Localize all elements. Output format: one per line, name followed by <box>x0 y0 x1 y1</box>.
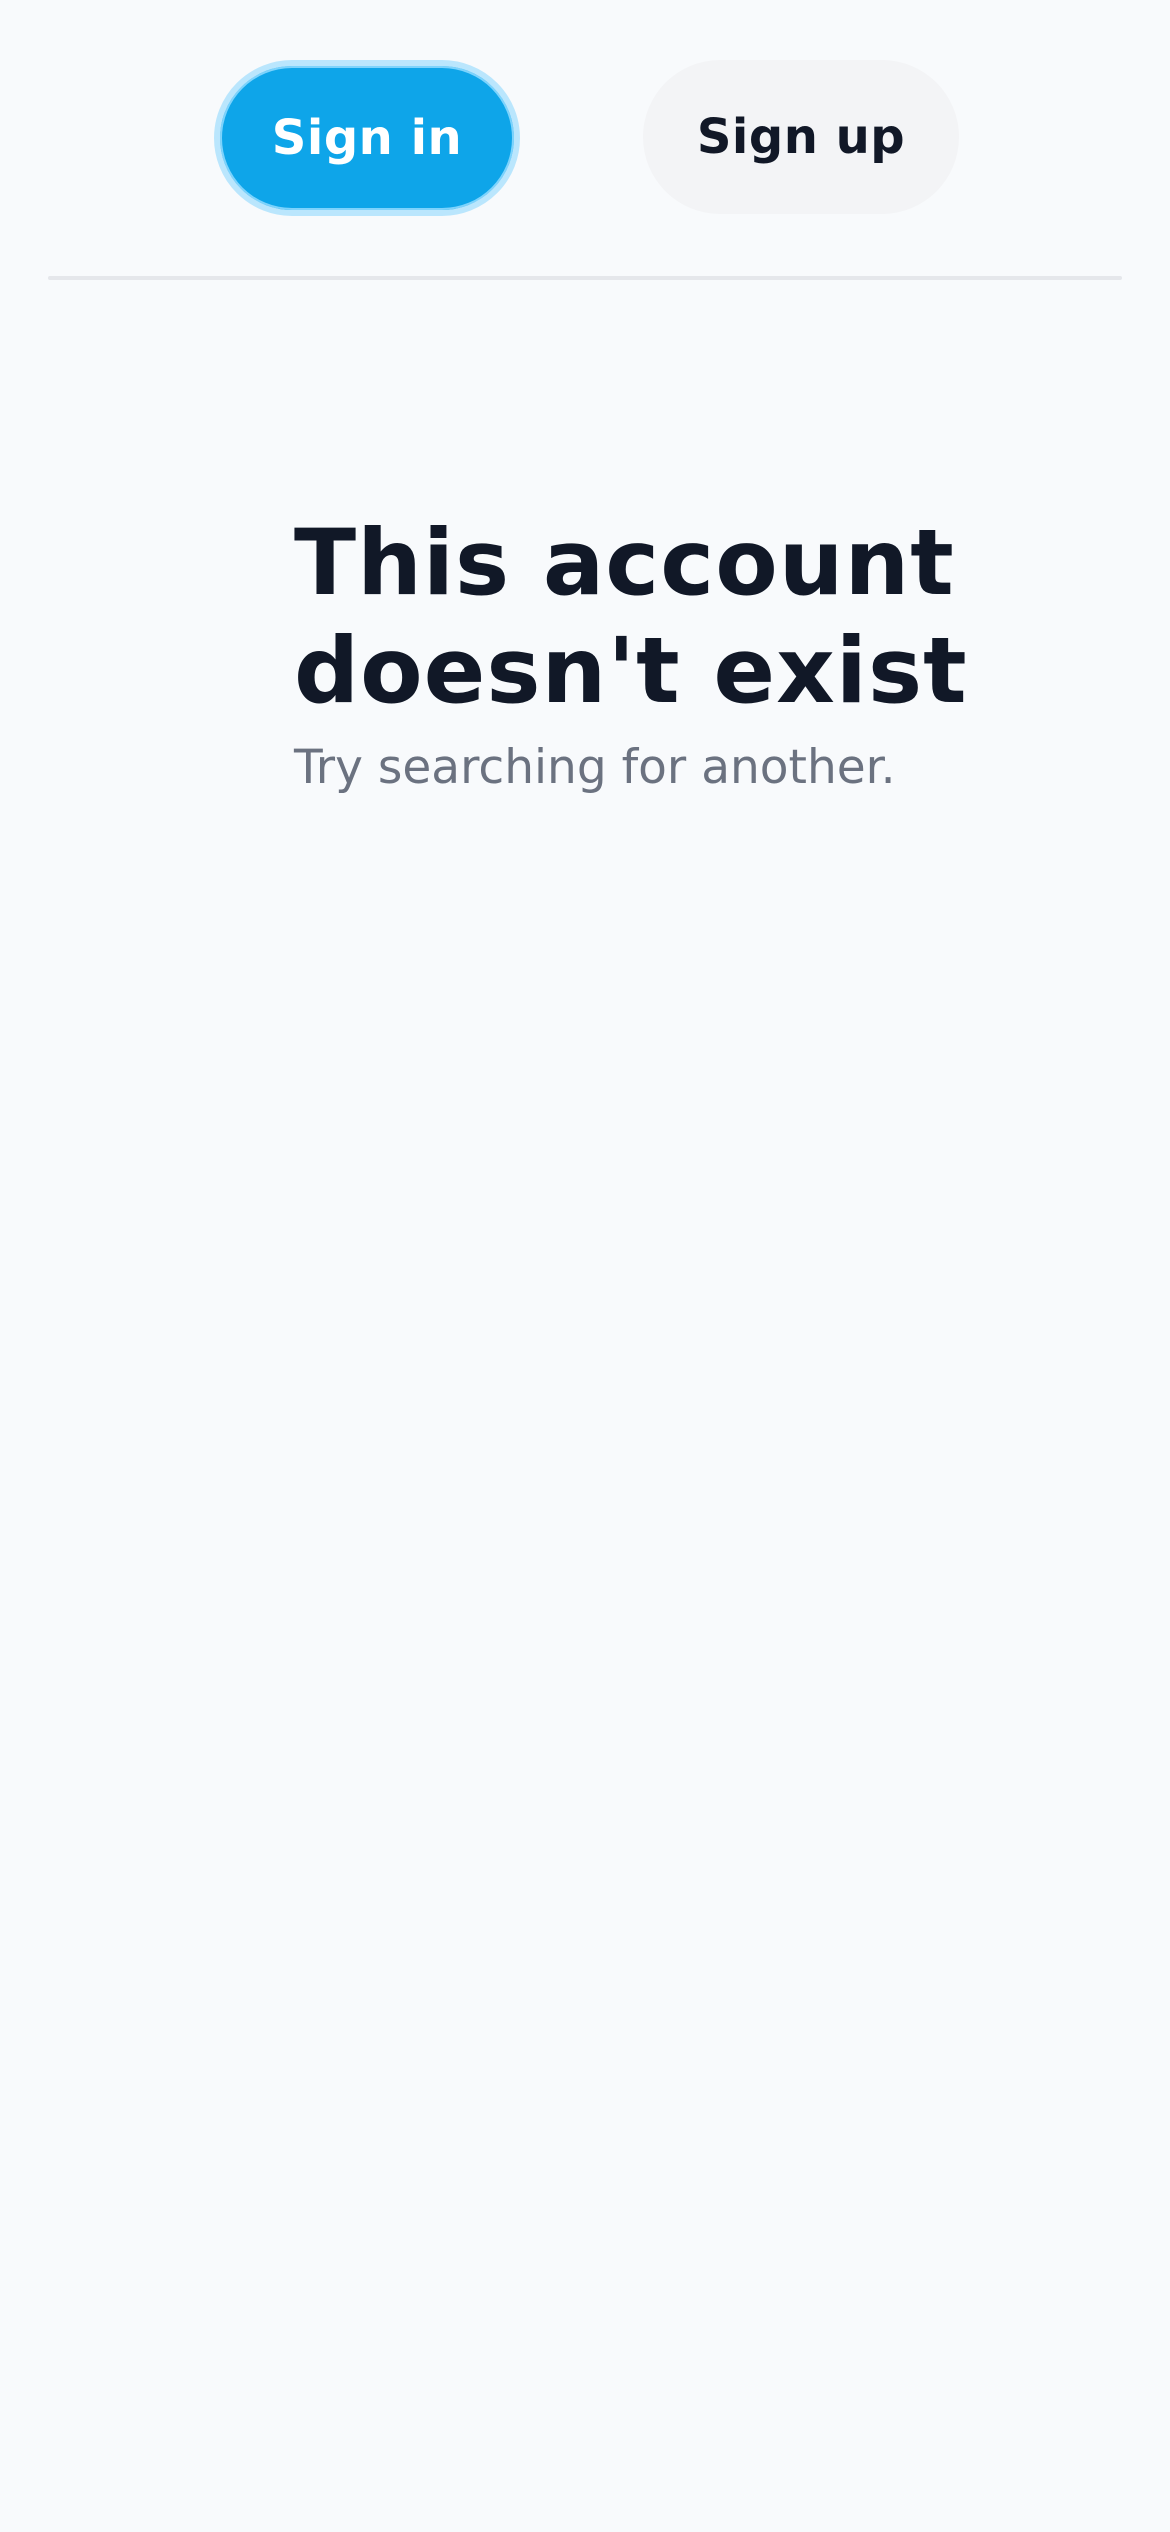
header-divider <box>48 276 1122 280</box>
account-not-found-message: This account doesn't exist Try searching… <box>294 510 994 798</box>
sign-up-button[interactable]: Sign up <box>643 60 959 214</box>
page-title: This account doesn't exist <box>294 511 968 724</box>
top-bar: Sign in Sign up <box>0 0 1170 280</box>
page-subtitle: Try searching for another. <box>294 740 896 795</box>
sign-in-button[interactable]: Sign in <box>214 60 520 216</box>
